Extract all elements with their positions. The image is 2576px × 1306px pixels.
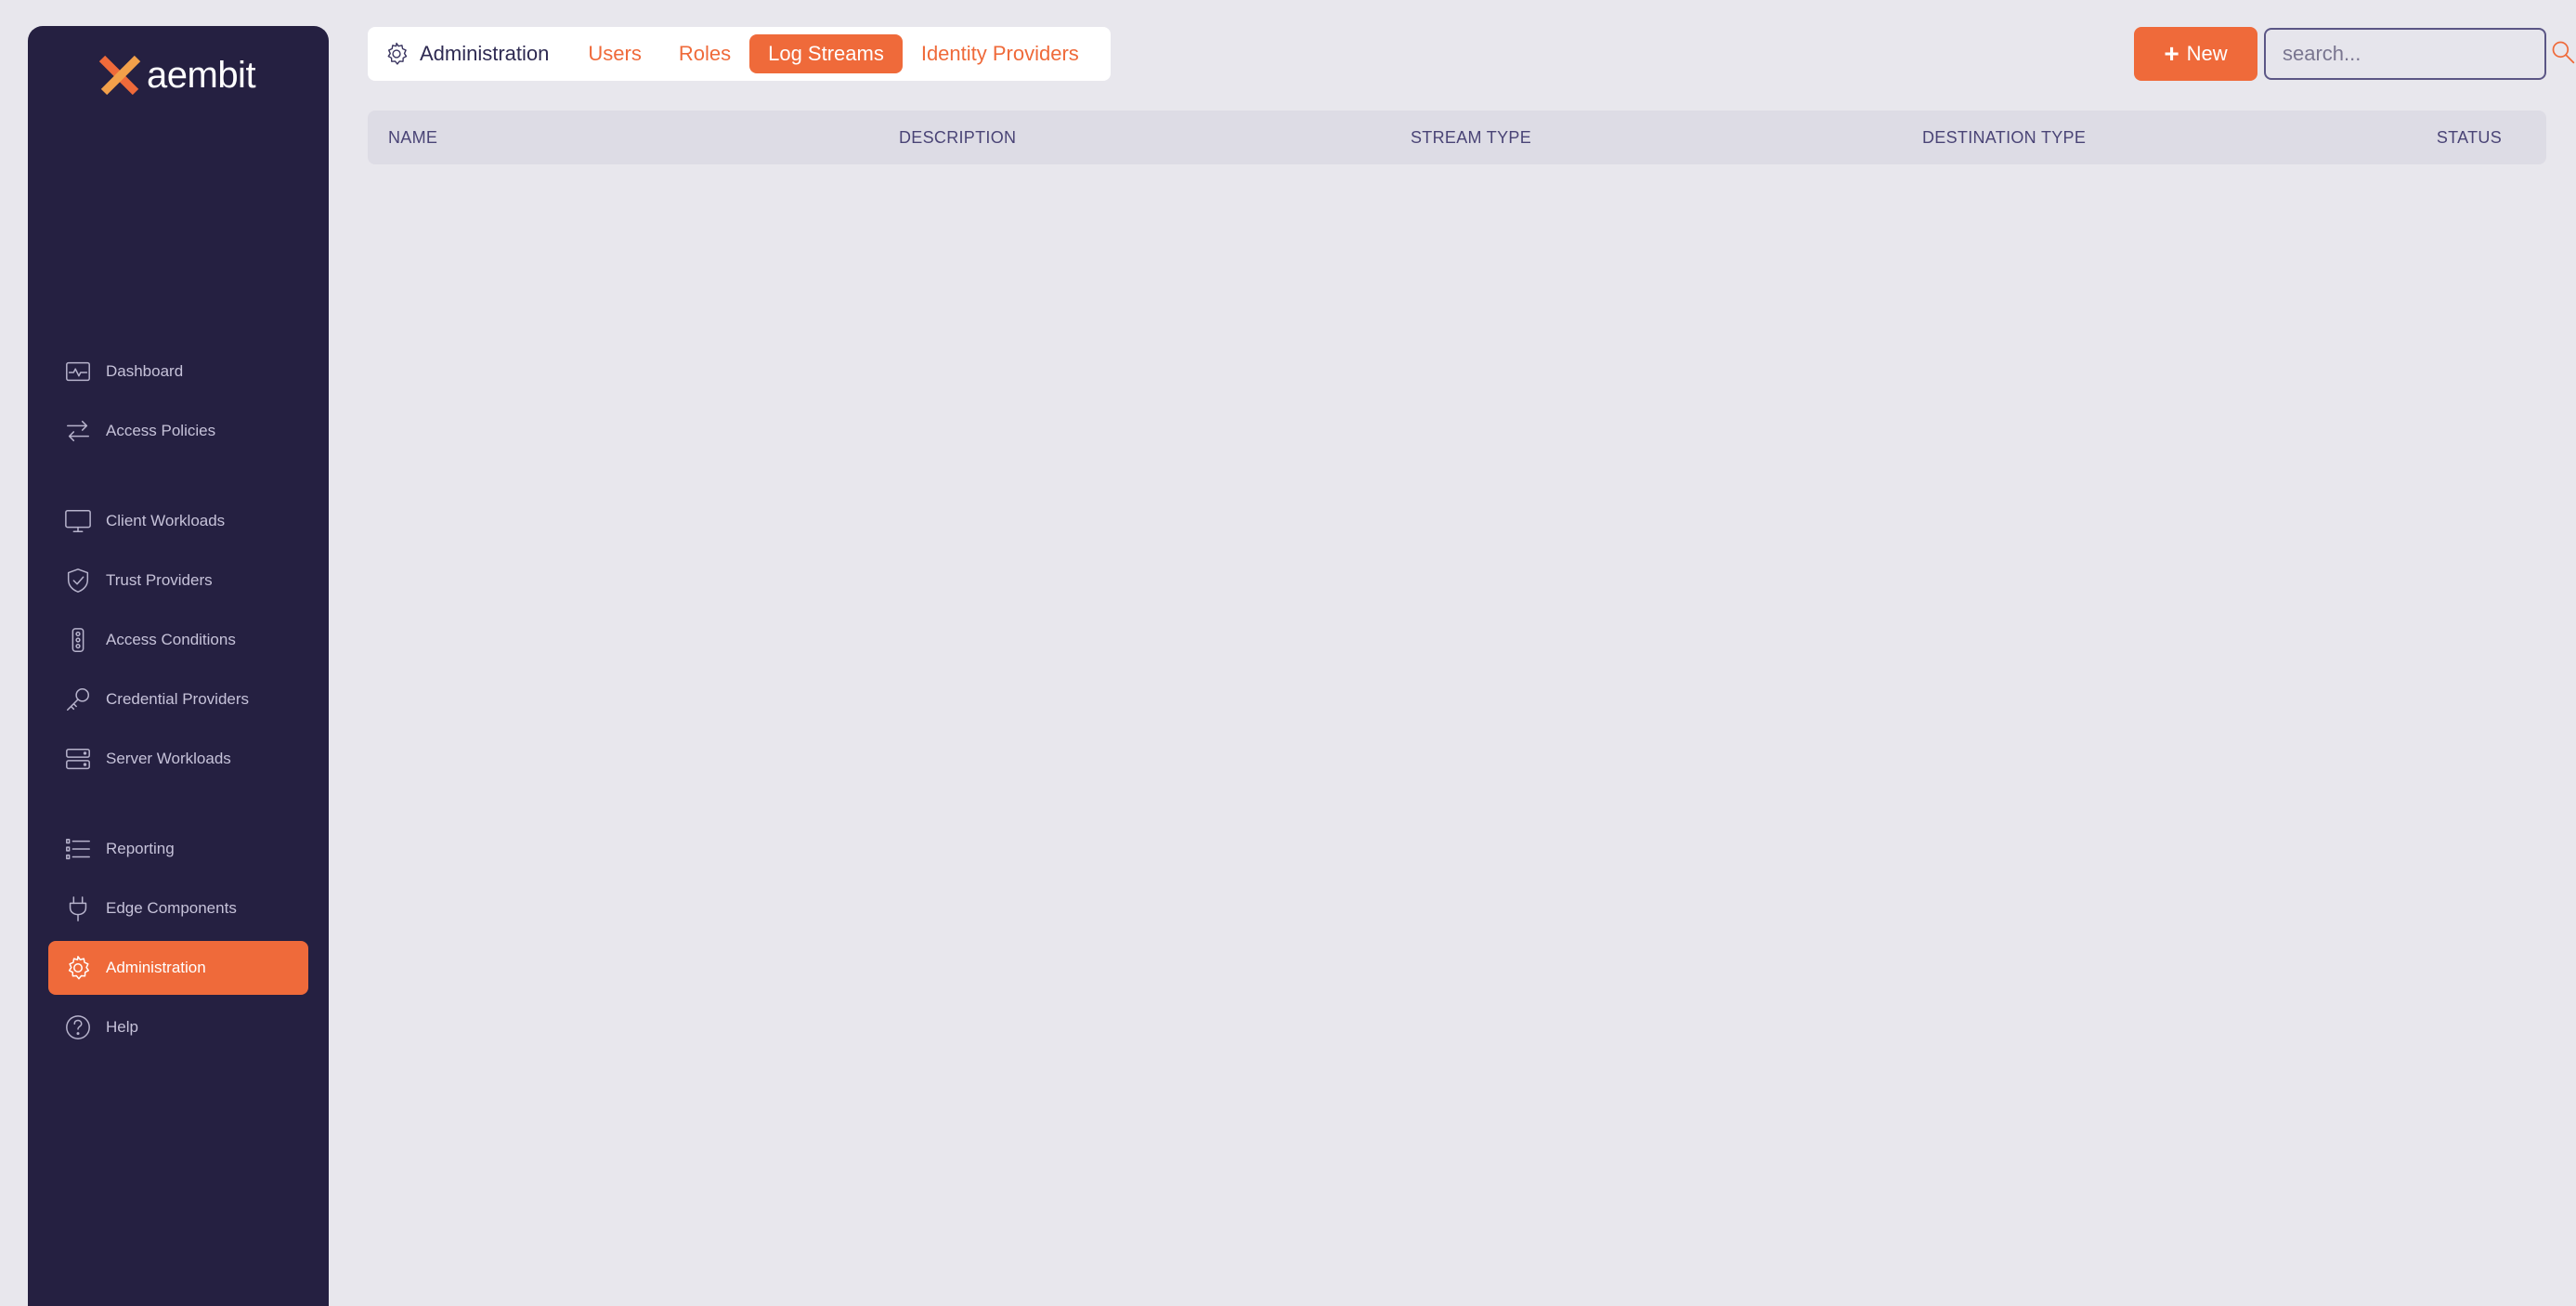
plug-icon xyxy=(63,894,93,923)
arrows-exchange-icon xyxy=(63,416,93,446)
sidebar-item-access-policies[interactable]: Access Policies xyxy=(48,404,308,458)
new-button[interactable]: + New xyxy=(2134,27,2257,81)
shield-check-icon xyxy=(63,566,93,595)
traffic-light-icon xyxy=(63,625,93,655)
sidebar-item-credential-providers[interactable]: Credential Providers xyxy=(48,673,308,726)
sidebar-item-access-conditions[interactable]: Access Conditions xyxy=(48,613,308,667)
new-button-label: New xyxy=(2186,42,2228,65)
activity-monitor-icon xyxy=(63,357,93,386)
sidebar-item-label: Dashboard xyxy=(106,362,184,380)
tab-users[interactable]: Users xyxy=(569,34,659,73)
monitor-icon xyxy=(63,506,93,536)
sidebar-item-server-workloads[interactable]: Server Workloads xyxy=(48,732,308,786)
table-header: NAME DESCRIPTION STREAM TYPE DESTINATION… xyxy=(368,111,2546,164)
tab-identity-providers[interactable]: Identity Providers xyxy=(903,34,1098,73)
sidebar-item-label: Credential Providers xyxy=(106,690,250,708)
column-header-description[interactable]: DESCRIPTION xyxy=(899,111,1016,164)
search-input[interactable] xyxy=(2283,42,2550,66)
sidebar-item-edge-components[interactable]: Edge Components xyxy=(48,882,308,935)
sidebar-item-label: Edge Components xyxy=(106,899,237,917)
sidebar-item-label: Server Workloads xyxy=(106,750,231,767)
logo-wordmark: aembit xyxy=(147,54,256,96)
tab-roles[interactable]: Roles xyxy=(660,34,749,73)
sidebar-item-label: Access Conditions xyxy=(106,631,236,648)
admin-tabbar: Administration Users Roles Log Streams I… xyxy=(368,27,1111,81)
sidebar-item-label: Reporting xyxy=(106,840,175,857)
sidebar-item-label: Trust Providers xyxy=(106,571,213,589)
search-box xyxy=(2264,28,2575,80)
key-icon xyxy=(63,685,93,714)
page-title: Administration xyxy=(420,42,550,65)
column-header-destination-type[interactable]: DESTINATION TYPE xyxy=(1922,111,2086,164)
sidebar-item-label: Administration xyxy=(106,959,206,976)
aembit-logo-mark-icon xyxy=(98,55,141,96)
sidebar-item-dashboard[interactable]: Dashboard xyxy=(48,345,308,398)
sidebar-item-label: Access Policies xyxy=(106,422,216,439)
column-header-status[interactable]: STATUS xyxy=(2437,111,2502,164)
sidebar: aembit Dashboard Access Policies Client … xyxy=(28,26,329,1306)
search-icon[interactable] xyxy=(2550,39,2576,70)
column-header-stream-type[interactable]: STREAM TYPE xyxy=(1411,111,1531,164)
sidebar-item-label: Help xyxy=(106,1018,138,1036)
gear-icon xyxy=(383,40,410,68)
sidebar-item-label: Client Workloads xyxy=(106,512,226,529)
column-header-name[interactable]: NAME xyxy=(388,111,437,164)
sidebar-item-reporting[interactable]: Reporting xyxy=(48,822,308,876)
help-circle-icon xyxy=(63,1012,93,1042)
gear-icon xyxy=(63,953,93,983)
server-icon xyxy=(63,744,93,774)
sidebar-item-client-workloads[interactable]: Client Workloads xyxy=(48,494,308,548)
tab-log-streams[interactable]: Log Streams xyxy=(749,34,903,73)
sidebar-item-help[interactable]: Help xyxy=(48,1000,308,1054)
aembit-logo[interactable]: aembit xyxy=(97,52,256,98)
list-icon xyxy=(63,834,93,864)
plus-icon: + xyxy=(2164,39,2179,68)
sidebar-item-trust-providers[interactable]: Trust Providers xyxy=(48,554,308,607)
sidebar-item-administration[interactable]: Administration xyxy=(48,941,308,995)
